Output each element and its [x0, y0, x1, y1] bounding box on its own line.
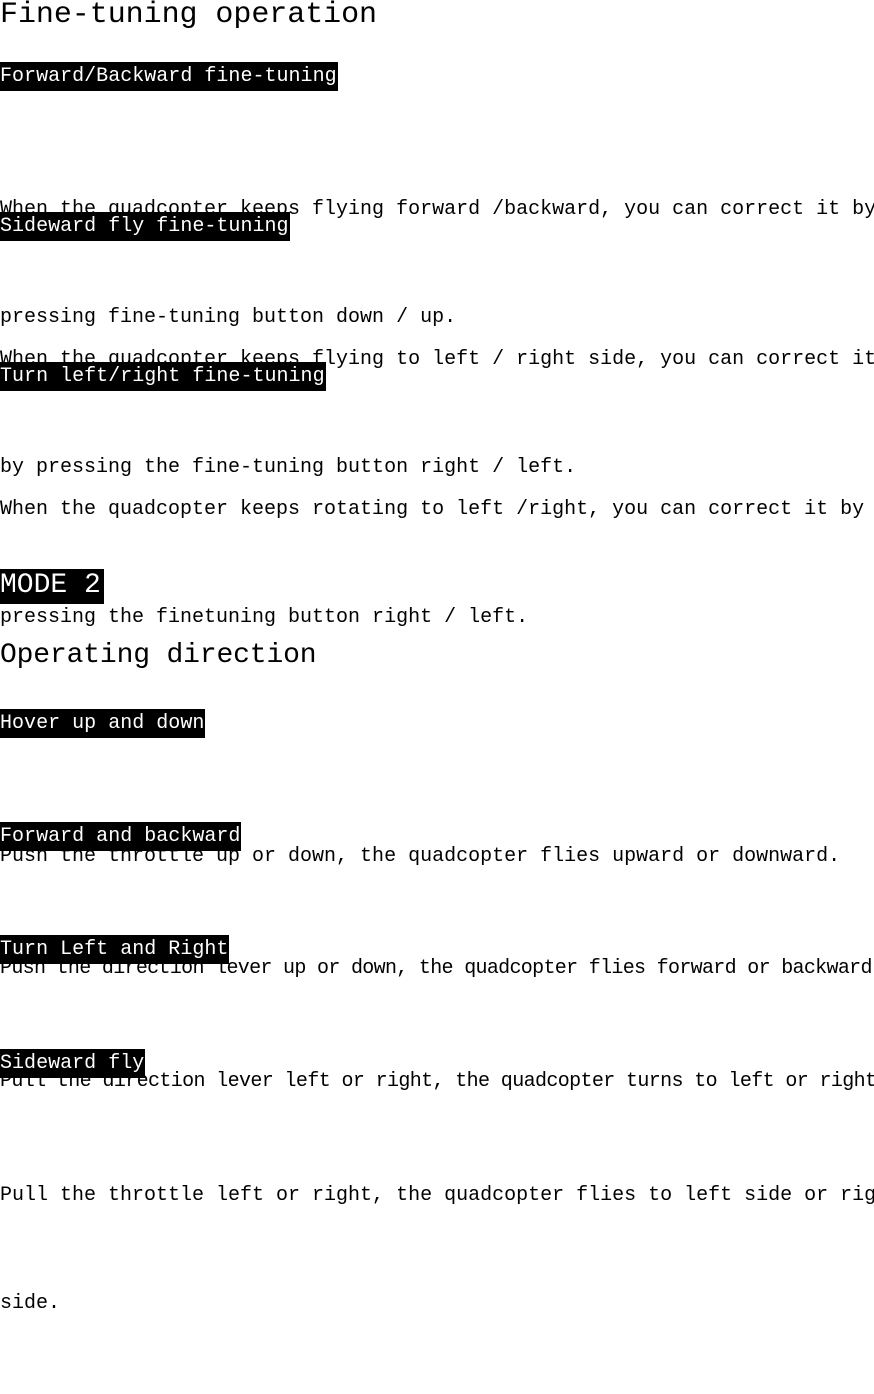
heading-forward-backward-fine-tuning: Forward/Backward fine-tuning: [0, 62, 338, 91]
heading-turn-left-and-right: Turn Left and Right: [0, 935, 230, 964]
heading-mode-2: MODE 2: [0, 569, 104, 604]
heading-turn-left-right-fine-tuning-text: Turn left/right fine-tuning: [0, 362, 326, 391]
paragraph-line: pressing the finetuning button right / l…: [0, 606, 529, 629]
heading-mode-2-text: MODE 2: [0, 569, 104, 604]
paragraph-line: side.: [0, 1292, 61, 1315]
heading-hover-up-and-down-text: Hover up and down: [0, 709, 206, 738]
paragraph-line: Pull the throttle left or right, the qua…: [0, 1184, 874, 1207]
heading-sideward-fly: Sideward fly: [0, 1049, 146, 1078]
paragraph-line: When the quadcopter keeps rotating to le…: [0, 498, 865, 521]
heading-sideward-fly-text: Sideward fly: [0, 1049, 146, 1078]
heading-forward-and-backward: Forward and backward: [0, 822, 242, 851]
document-page: Fine-tuning operation Forward/Backward f…: [0, 0, 874, 1315]
heading-sideward-fly-fine-tuning-text: Sideward fly fine-tuning: [0, 212, 290, 241]
heading-hover-up-and-down: Hover up and down: [0, 709, 206, 738]
page-title-text: Fine-tuning operation: [0, 0, 378, 32]
paragraph-sideward-fly-bottom: Pull the throttle left or right, the qua…: [0, 1106, 874, 1394]
heading-turn-left-right-fine-tuning: Turn left/right fine-tuning: [0, 362, 326, 391]
heading-operating-direction-text: Operating direction: [0, 640, 317, 671]
heading-forward-backward-fine-tuning-text: Forward/Backward fine-tuning: [0, 62, 338, 91]
heading-turn-left-and-right-text: Turn Left and Right: [0, 935, 230, 964]
page-title: Fine-tuning operation: [0, 0, 377, 34]
heading-sideward-fly-fine-tuning: Sideward fly fine-tuning: [0, 212, 290, 241]
heading-forward-and-backward-text: Forward and backward: [0, 822, 242, 851]
heading-operating-direction: Operating direction: [0, 639, 317, 673]
